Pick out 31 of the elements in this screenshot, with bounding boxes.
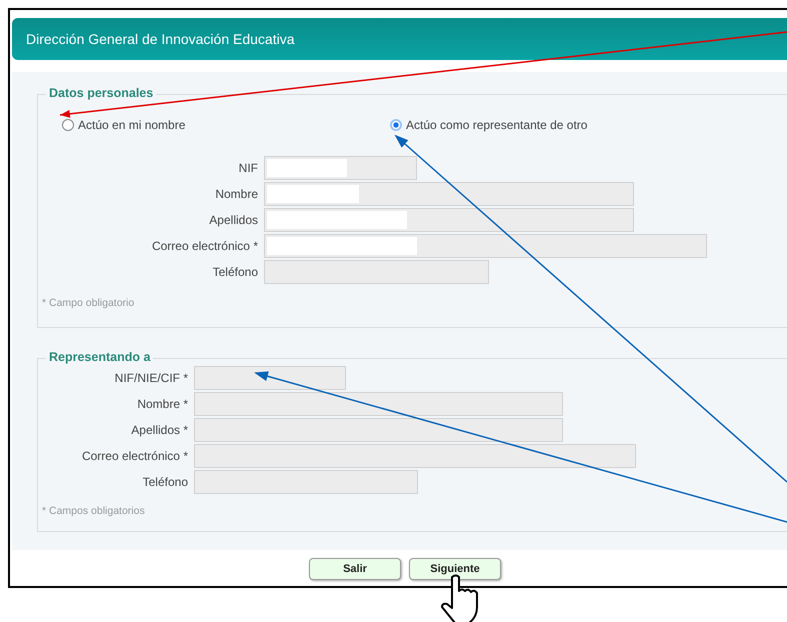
input-field[interactable] <box>264 156 417 180</box>
radio-label[interactable]: Actúo como representante de otro <box>406 118 588 132</box>
field-label: Apellidos <box>208 212 258 226</box>
input-field[interactable] <box>264 234 707 258</box>
radio-label[interactable]: Actúo en mi nombre <box>78 118 186 132</box>
section-legend: Datos personales <box>46 86 156 100</box>
input-field[interactable] <box>264 208 634 232</box>
required-note: * Campos obligatorios <box>42 505 145 517</box>
field-label: Correo electrónico * <box>80 448 188 462</box>
input-field[interactable] <box>194 366 346 390</box>
input-field[interactable] <box>264 182 634 206</box>
input-field[interactable] <box>194 418 563 442</box>
field-label: NIF <box>238 160 258 174</box>
field-label: Apellidos * <box>130 422 188 436</box>
field-label: Nombre * <box>136 396 188 410</box>
input-field[interactable] <box>194 470 418 494</box>
field-label: Nombre <box>214 186 258 200</box>
radio-button[interactable] <box>390 119 402 131</box>
field-label: Teléfono <box>212 264 258 278</box>
input-field[interactable] <box>194 444 636 468</box>
field-label: NIF/NIE/CIF * <box>114 370 188 384</box>
field-label: Correo electrónico * <box>150 238 258 252</box>
form-button[interactable]: Salir <box>309 558 401 580</box>
header-title: Dirección General de Innovación Educativa <box>26 31 294 47</box>
input-field[interactable] <box>264 260 489 284</box>
required-note: * Campo obligatorio <box>42 297 134 309</box>
radio-button[interactable] <box>62 119 74 131</box>
section-legend: Representando a <box>46 350 154 364</box>
field-label: Teléfono <box>142 474 188 488</box>
input-field[interactable] <box>194 392 563 416</box>
form-button[interactable]: Siguiente <box>409 558 501 580</box>
